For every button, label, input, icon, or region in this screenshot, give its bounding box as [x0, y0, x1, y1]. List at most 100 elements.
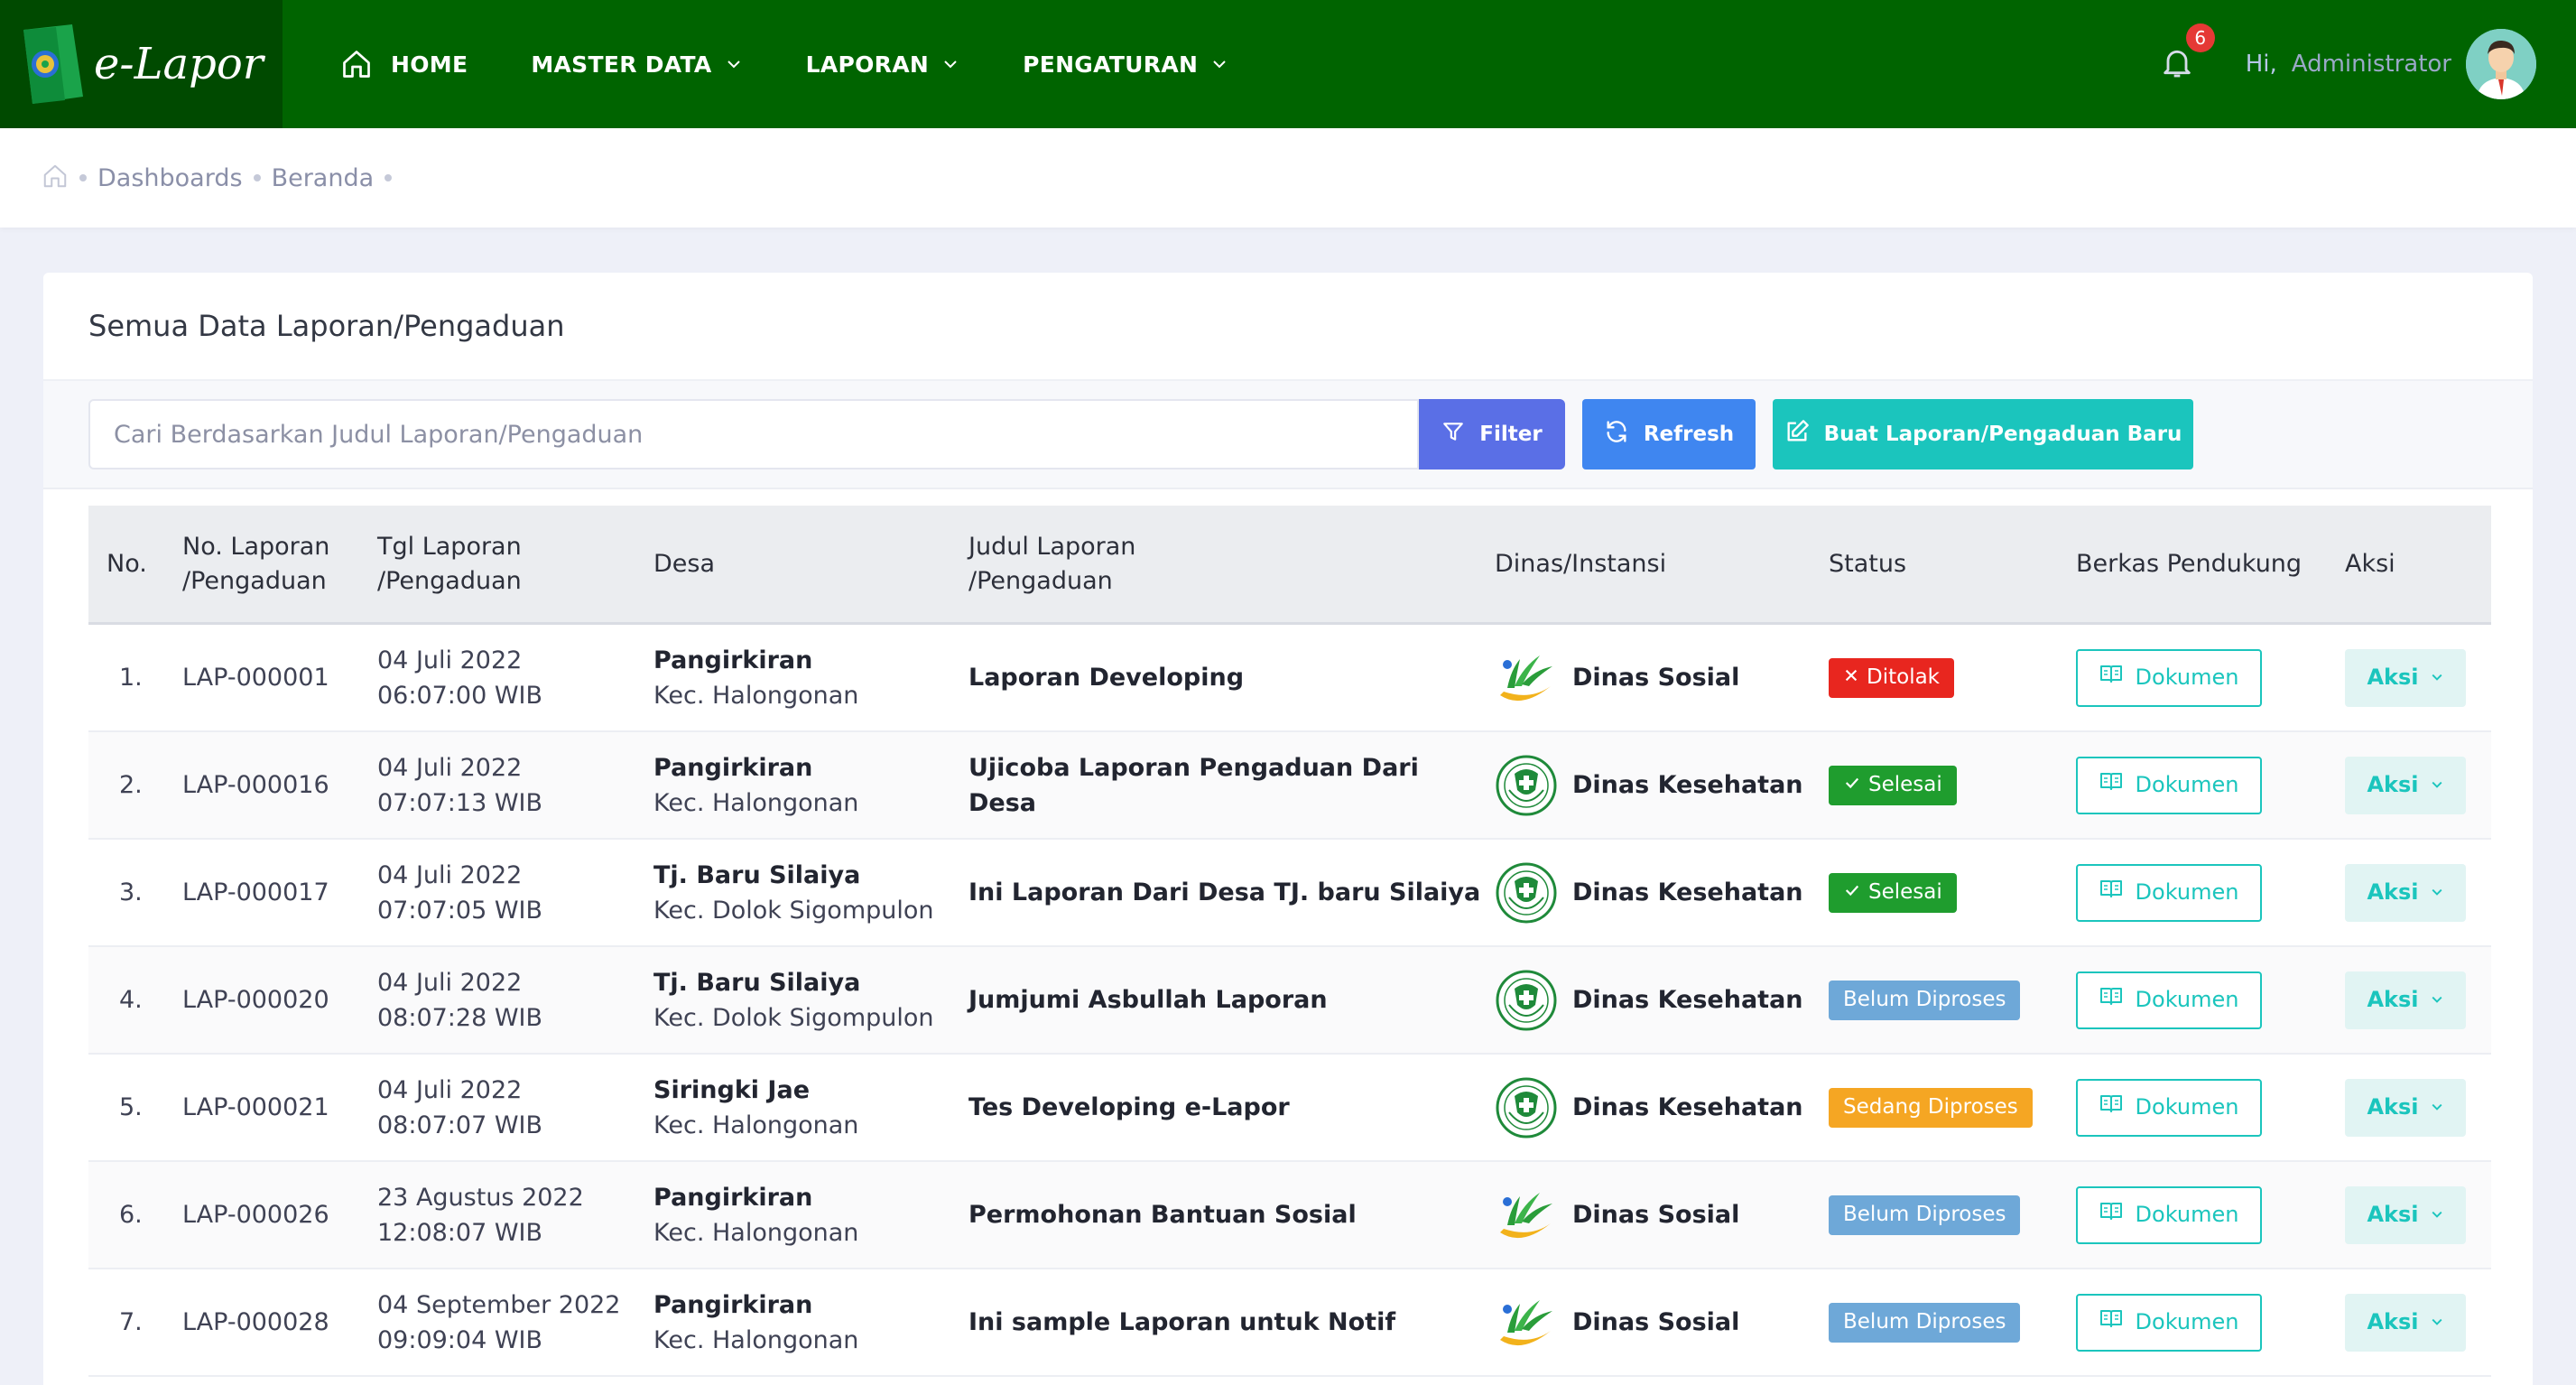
district-name: Kec. Halongonan	[653, 681, 859, 710]
village: Siringki Jae Kec. Halongonan	[653, 1073, 968, 1143]
nav-laporan[interactable]: LAPORAN	[806, 51, 959, 78]
refresh-icon	[1604, 419, 1644, 450]
create-report-button[interactable]: Buat Laporan/Pengaduan Baru	[1773, 399, 2193, 469]
agency-name: Dinas Kesehatan	[1572, 1093, 1803, 1121]
status-label: Belum Diproses	[1843, 1310, 2006, 1334]
report-date-time: 07:07:13 WIB	[377, 788, 543, 817]
report-title: Ujicoba Laporan Pengaduan Dari Desa	[968, 753, 1419, 817]
agency-name: Dinas Kesehatan	[1572, 986, 1803, 1014]
chevron-down-icon	[2419, 767, 2444, 803]
dokumen-button[interactable]: Dokumen	[2076, 1293, 2262, 1352]
book-icon	[2099, 1197, 2136, 1232]
report-title: Tes Developing e-Lapor	[968, 1093, 1290, 1121]
breadcrumb-dashboards[interactable]: Dashboards	[97, 164, 243, 192]
aksi-button-label: Aksi	[2367, 1309, 2419, 1334]
village: Pangirkiran Kec. Halongonan	[653, 750, 968, 821]
dinas-sosial-logo-icon	[1495, 646, 1558, 710]
status-label: Selesai	[1868, 880, 1942, 904]
aksi-dropdown-button[interactable]: Aksi	[2345, 1293, 2466, 1352]
dokumen-button[interactable]: Dokumen	[2076, 756, 2262, 814]
aksi-dropdown-button[interactable]: Aksi	[2345, 648, 2466, 707]
nav-master-data[interactable]: MASTER DATA	[531, 51, 742, 78]
dokumen-button-label: Dokumen	[2135, 665, 2239, 690]
report-date-time: 08:07:07 WIB	[377, 1111, 543, 1139]
district-name: Kec. Halongonan	[653, 1218, 859, 1247]
dokumen-button[interactable]: Dokumen	[2076, 648, 2262, 707]
filter-button[interactable]: Filter	[1419, 399, 1565, 469]
aksi-dropdown-button[interactable]: Aksi	[2345, 971, 2466, 1029]
user-name[interactable]: Administrator	[2292, 51, 2451, 78]
actions-cell: Aksi	[2345, 1078, 2489, 1137]
district-name: Kec. Halongonan	[653, 1325, 859, 1354]
report-date: 23 Agustus 2022 12:08:07 WIB	[377, 1180, 653, 1250]
district-name: Kec. Halongonan	[653, 788, 859, 817]
aksi-dropdown-button[interactable]: Aksi	[2345, 1078, 2466, 1137]
agency: Dinas Sosial	[1495, 1184, 1829, 1247]
breadcrumb-separator	[385, 174, 393, 181]
aksi-button-label: Aksi	[2367, 1202, 2419, 1227]
status-badge: Ditolak	[1829, 657, 1954, 698]
report-title: Ini sample Laporan untuk Notif	[968, 1308, 1396, 1336]
district-name: Kec. Dolok Sigompulon	[653, 1003, 934, 1032]
home-icon[interactable]	[42, 163, 69, 193]
brand-logo[interactable]: e-Lapor	[0, 0, 283, 128]
chevron-down-icon	[941, 55, 959, 73]
status-cell: Selesai	[1829, 872, 2076, 913]
refresh-button[interactable]: Refresh	[1582, 399, 1756, 469]
row-number: 5.	[119, 1093, 143, 1121]
report-date-time: 06:07:00 WIB	[377, 681, 543, 710]
bell-icon	[2159, 43, 2195, 85]
nav-pengaturan[interactable]: PENGATURAN	[1023, 51, 1228, 78]
agency-name: Dinas Sosial	[1572, 1308, 1740, 1336]
row-number: 3.	[119, 878, 143, 906]
chevron-down-icon	[2419, 982, 2444, 1018]
report-title: Laporan Developing	[968, 664, 1245, 692]
book-icon	[2099, 660, 2136, 695]
report-date-time: 12:08:07 WIB	[377, 1218, 543, 1247]
nav-home[interactable]: HOME	[340, 48, 468, 80]
avatar[interactable]	[2466, 29, 2536, 99]
report-title: Ini Laporan Dari Desa TJ. baru Silaiya	[968, 878, 1481, 906]
documents-cell: Dokumen	[2076, 863, 2345, 922]
reports-card: Semua Data Laporan/Pengaduan Filter Refr…	[43, 273, 2533, 1385]
notification-button[interactable]: 6	[2159, 23, 2215, 85]
table-row: 4. LAP-000020 04 Juli 2022 08:07:28 WIB …	[88, 947, 2491, 1055]
search-input[interactable]	[88, 399, 1419, 469]
dokumen-button-label: Dokumen	[2135, 772, 2239, 797]
aksi-dropdown-button[interactable]: Aksi	[2345, 863, 2466, 922]
aksi-dropdown-button[interactable]: Aksi	[2345, 1185, 2466, 1244]
greeting-text: Hi,	[2245, 51, 2277, 78]
aksi-button-label: Aksi	[2367, 1094, 2419, 1120]
dokumen-button[interactable]: Dokumen	[2076, 863, 2262, 922]
agency: Dinas Sosial	[1495, 1291, 1829, 1354]
village-name: Pangirkiran	[653, 753, 813, 782]
agency: Dinas Kesehatan	[1495, 969, 1829, 1032]
status-cell: Selesai	[1829, 765, 2076, 805]
dinas-kesehatan-logo-icon	[1495, 754, 1558, 817]
dokumen-button[interactable]: Dokumen	[2076, 1078, 2262, 1137]
create-report-button-label: Buat Laporan/Pengaduan Baru	[1823, 423, 2182, 446]
documents-cell: Dokumen	[2076, 1293, 2345, 1352]
documents-cell: Dokumen	[2076, 1185, 2345, 1244]
agency-name: Dinas Sosial	[1572, 1201, 1740, 1229]
table-row: 7. LAP-000028 04 September 2022 09:09:04…	[88, 1269, 2491, 1377]
refresh-button-label: Refresh	[1643, 423, 1735, 446]
header-dinas: Dinas/Instansi	[1495, 549, 1667, 578]
book-icon	[2099, 1090, 2136, 1125]
village: Tj. Baru Silaiya Kec. Dolok Sigompulon	[653, 858, 968, 928]
divider	[43, 488, 2533, 489]
status-label: Sedang Diproses	[1843, 1095, 2018, 1119]
table-row: 1. LAP-000001 04 Juli 2022 06:07:00 WIB …	[88, 625, 2491, 732]
aksi-dropdown-button[interactable]: Aksi	[2345, 756, 2466, 814]
card-title: Semua Data Laporan/Pengaduan	[88, 309, 565, 343]
chevron-down-icon	[2419, 875, 2444, 910]
breadcrumb-separator	[253, 174, 261, 181]
table-row: 5. LAP-000021 04 Juli 2022 08:07:07 WIB …	[88, 1055, 2491, 1162]
header-judul: Judul Laporan /Pengaduan	[968, 530, 1495, 599]
dokumen-button[interactable]: Dokumen	[2076, 1185, 2262, 1244]
report-number: LAP-000016	[182, 771, 329, 799]
emblem-icon	[20, 23, 87, 106]
dokumen-button[interactable]: Dokumen	[2076, 971, 2262, 1029]
report-number: LAP-000026	[182, 1201, 329, 1229]
breadcrumb-beranda[interactable]: Beranda	[272, 164, 375, 192]
